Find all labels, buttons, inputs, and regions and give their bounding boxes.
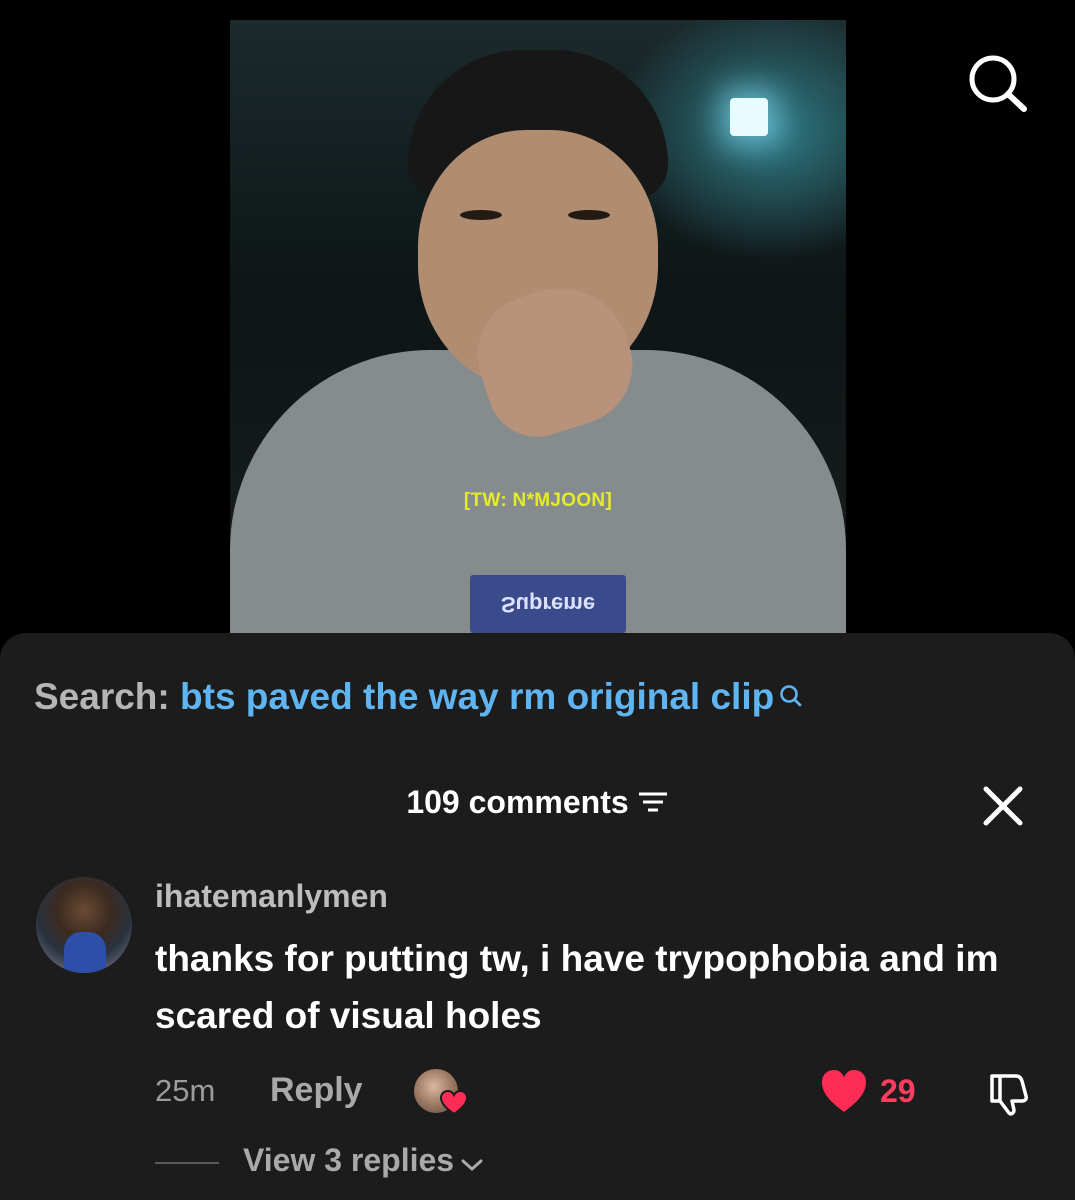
dislike-button[interactable] (984, 1068, 1034, 1118)
video-player[interactable]: [TW: N*MJOON] Supreme (230, 20, 846, 633)
view-replies-button[interactable]: View 3 replies (243, 1142, 484, 1181)
close-icon (983, 786, 1023, 826)
heart-icon[interactable] (820, 1068, 868, 1114)
reply-button[interactable]: Reply (270, 1071, 363, 1110)
comments-sheet (0, 633, 1075, 1200)
like-count: 29 (880, 1073, 916, 1109)
view-replies-label: View 3 replies (243, 1142, 455, 1178)
avatar-figure (64, 932, 106, 973)
comment-text: thanks for putting tw, i have trypophobi… (155, 938, 999, 1036)
comments-header: 109 comments (0, 784, 1075, 823)
search-suggestion[interactable]: Search: bts paved the way rm original cl… (34, 676, 804, 718)
search-icon (778, 676, 804, 718)
heart-icon (440, 1090, 468, 1116)
video-lamp (730, 98, 768, 136)
comments-count: 109 comments (406, 784, 629, 820)
avatar[interactable] (36, 877, 132, 973)
search-label: Search: (34, 676, 170, 717)
video-eye-right (568, 210, 610, 220)
chevron-down-icon (460, 1144, 484, 1181)
comment-username[interactable]: ihatemanlymen (155, 878, 388, 915)
dislike-icon (990, 1074, 1028, 1116)
search-query-link[interactable]: bts paved the way rm original clip (180, 676, 774, 717)
search-button[interactable] (962, 52, 1032, 114)
search-icon (969, 55, 1027, 112)
video-overlay-text: [TW: N*MJOON] (463, 490, 613, 511)
close-button[interactable] (980, 783, 1026, 829)
shirt-logo: Supreme (470, 575, 626, 633)
filter-icon[interactable] (637, 786, 669, 823)
replies-divider (155, 1162, 219, 1164)
video-eye-left (460, 210, 502, 220)
comment-time: 25m (155, 1073, 216, 1108)
